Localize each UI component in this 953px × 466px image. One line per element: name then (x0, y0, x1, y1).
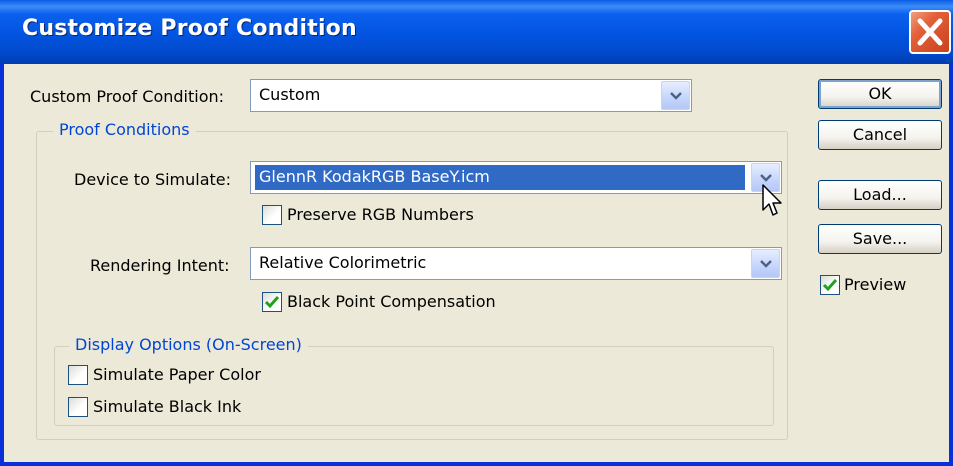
mouse-pointer-icon (762, 184, 782, 216)
cancel-button[interactable]: Cancel (818, 120, 942, 150)
checkmark-icon (822, 279, 838, 292)
chevron-down-icon (760, 260, 772, 268)
window-title: Customize Proof Condition (22, 16, 357, 41)
black-point-compensation-checkbox[interactable] (262, 292, 282, 312)
simulate-black-ink-label: Simulate Black Ink (93, 397, 242, 416)
custom-proof-condition-dropdown-button[interactable] (661, 81, 690, 110)
chevron-down-icon (760, 174, 772, 182)
dialog-window: Customize Proof Condition Custom Proof C… (0, 0, 953, 466)
proof-conditions-legend: Proof Conditions (53, 120, 196, 139)
custom-proof-condition-select[interactable]: Custom (250, 79, 692, 112)
load-button[interactable]: Load... (818, 180, 942, 210)
device-to-simulate-value: GlennR KodakRGB BaseY.icm (255, 165, 745, 190)
chevron-down-icon (670, 92, 682, 100)
simulate-paper-color-checkbox[interactable] (68, 365, 88, 385)
preserve-rgb-checkbox[interactable] (262, 205, 282, 225)
black-point-compensation-label: Black Point Compensation (287, 292, 496, 311)
display-options-legend: Display Options (On-Screen) (69, 335, 308, 354)
custom-proof-condition-value: Custom (259, 85, 321, 104)
preserve-rgb-label: Preserve RGB Numbers (287, 205, 474, 224)
simulate-paper-color-label: Simulate Paper Color (93, 365, 261, 384)
close-button[interactable] (909, 10, 951, 54)
preview-label: Preview (844, 275, 907, 294)
rendering-intent-select[interactable]: Relative Colorimetric (250, 247, 782, 280)
close-icon (917, 18, 943, 46)
device-to-simulate-select[interactable]: GlennR KodakRGB BaseY.icm (250, 161, 782, 194)
simulate-black-ink-checkbox[interactable] (68, 397, 88, 417)
preview-checkbox[interactable] (820, 275, 840, 295)
ok-button[interactable]: OK (818, 79, 942, 109)
device-to-simulate-label: Device to Simulate: (74, 170, 232, 189)
checkmark-icon (264, 296, 280, 309)
title-bar[interactable]: Customize Proof Condition (0, 0, 953, 64)
rendering-intent-value: Relative Colorimetric (259, 253, 427, 272)
rendering-intent-dropdown-button[interactable] (751, 249, 780, 278)
save-button[interactable]: Save... (818, 224, 942, 254)
rendering-intent-label: Rendering Intent: (90, 256, 230, 275)
custom-proof-condition-label: Custom Proof Condition: (30, 87, 225, 106)
